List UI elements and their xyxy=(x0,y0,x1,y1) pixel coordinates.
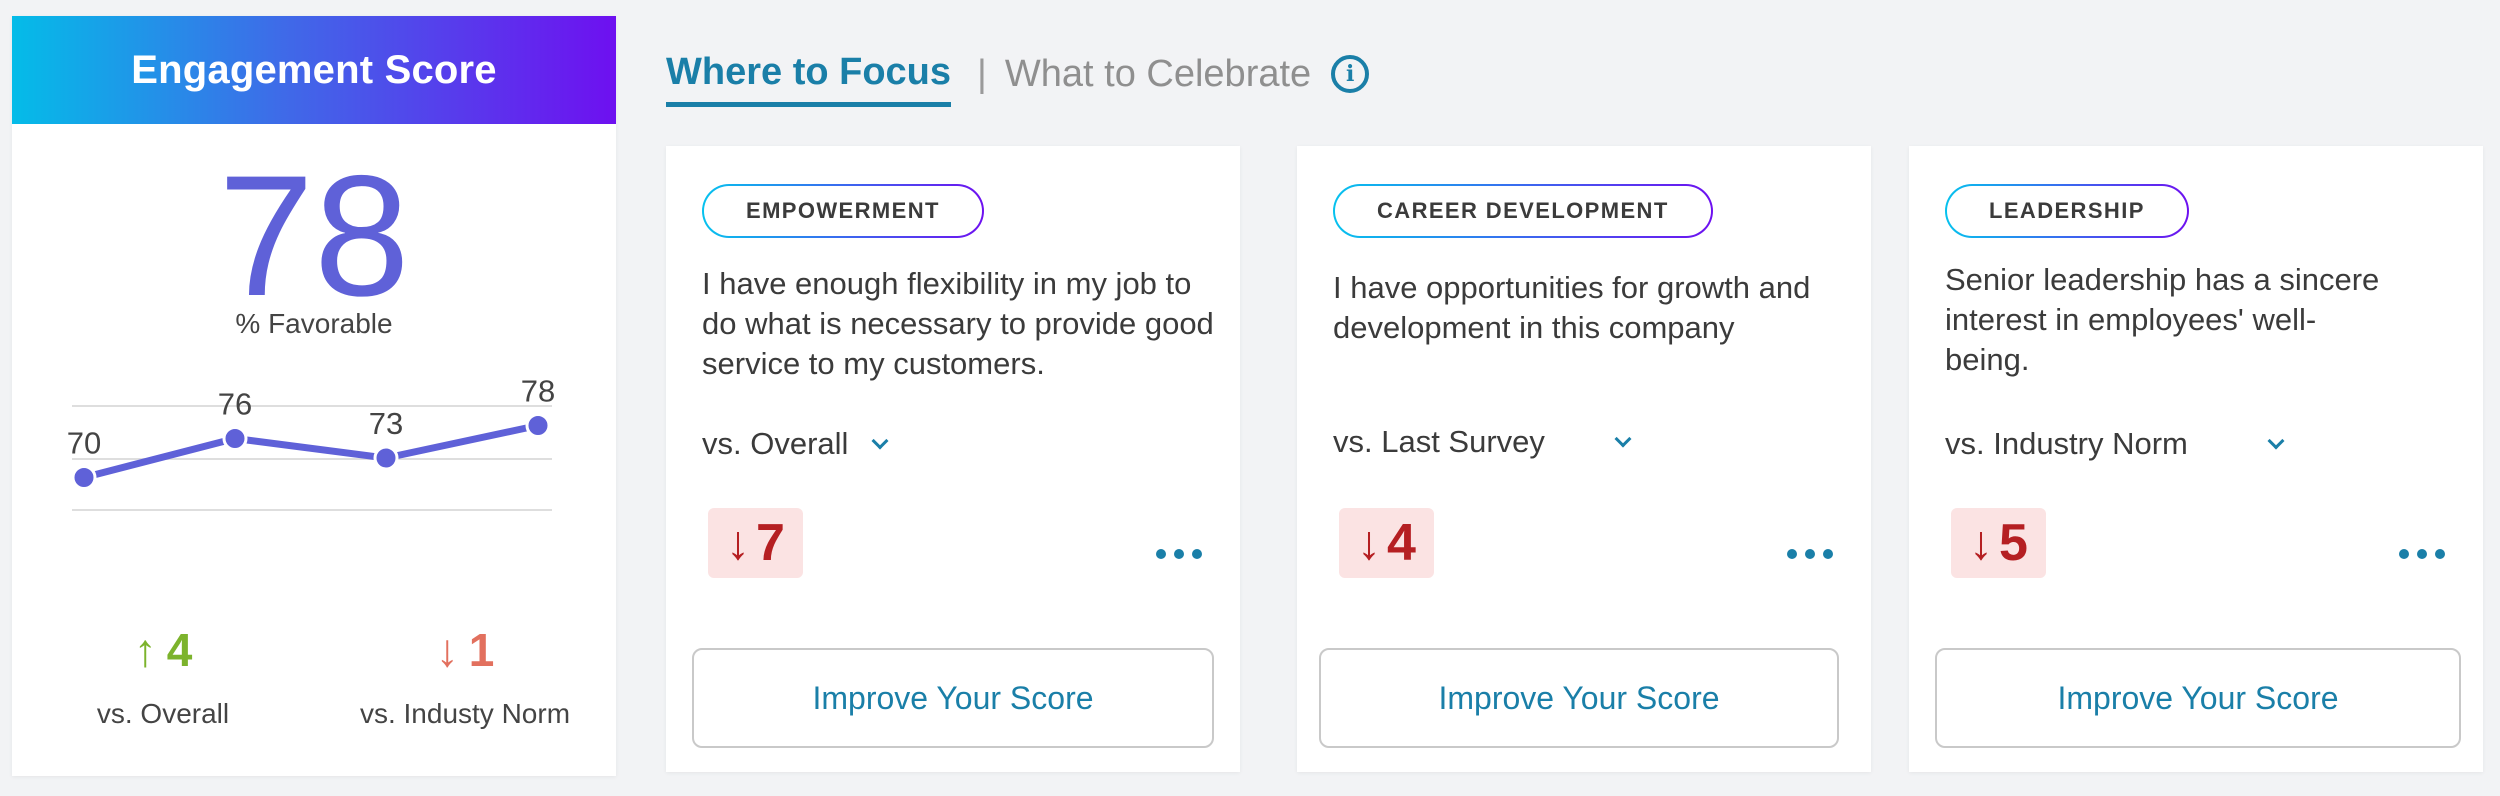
improve-score-button[interactable]: Improve Your Score xyxy=(692,648,1214,748)
change-badge: ↓ 7 xyxy=(708,508,803,578)
category-pill: CAREER DEVELOPMENT xyxy=(1333,184,1713,238)
change-value: 5 xyxy=(1999,514,2028,572)
focus-card-leadership: LEADERSHIP Senior leadership has a since… xyxy=(1909,146,2483,772)
tab-what-to-celebrate[interactable]: What to Celebrate xyxy=(1005,53,1311,96)
focus-card-empowerment: EMPOWERMENT I have enough flexibility in… xyxy=(666,146,1240,772)
arrow-down-icon: ↓ xyxy=(726,516,750,570)
arrow-down-icon: ↓ xyxy=(1357,516,1381,570)
category-pill: EMPOWERMENT xyxy=(702,184,984,238)
more-options-icon[interactable] xyxy=(2399,547,2445,561)
change-badge: ↓ 4 xyxy=(1339,508,1434,578)
vs-industry-value: ↓ 1 xyxy=(314,620,616,680)
improve-score-button[interactable]: Improve Your Score xyxy=(1319,648,1839,748)
category-label: LEADERSHIP xyxy=(1947,186,2187,236)
improve-score-button[interactable]: Improve Your Score xyxy=(1935,648,2461,748)
change-value: 4 xyxy=(1387,514,1416,572)
category-label: CAREER DEVELOPMENT xyxy=(1335,186,1711,236)
trend-point-label: 78 xyxy=(521,374,555,409)
question-text: I have enough flexibility in my job to d… xyxy=(702,266,1214,381)
tab-separator: | xyxy=(977,52,987,95)
comparison-label: vs. Overall xyxy=(702,426,849,461)
trend-point xyxy=(525,413,551,438)
more-options-icon[interactable] xyxy=(1156,547,1202,561)
comparison-label: vs. Industry Norm xyxy=(1945,426,2188,461)
change-value: 7 xyxy=(756,514,785,572)
trend-point xyxy=(71,465,97,490)
arrow-down-icon: ↓ xyxy=(1969,516,1993,570)
tab-where-to-focus[interactable]: Where to Focus xyxy=(666,51,952,107)
comparison-dropdown[interactable]: vs. Overall xyxy=(702,426,889,462)
vs-industry-label: vs. Industy Norm xyxy=(359,698,571,729)
trend-line xyxy=(80,422,542,481)
category-label: EMPOWERMENT xyxy=(704,186,982,236)
vs-overall-block: ↑ 4 vs. Overall xyxy=(12,620,314,730)
question-text: I have opportunities for growth and deve… xyxy=(1333,270,1811,345)
question-text: Senior leadership has a sincere interest… xyxy=(1945,262,2380,377)
change-badge: ↓ 5 xyxy=(1951,508,2046,578)
chevron-down-icon xyxy=(2267,432,2285,450)
vs-overall-value: ↑ 4 xyxy=(12,620,314,680)
info-icon[interactable]: i xyxy=(1331,55,1370,93)
vs-industry-block: ↓ 1 vs. Industy Norm xyxy=(314,620,616,730)
trend-point xyxy=(222,426,248,451)
chevron-down-icon xyxy=(871,432,889,450)
comparison-label: vs. Last Survey xyxy=(1333,424,1545,459)
chevron-down-icon xyxy=(1614,430,1632,448)
category-pill: LEADERSHIP xyxy=(1945,184,2189,238)
trend-point-label: 73 xyxy=(369,406,403,441)
trend-point-label: 76 xyxy=(218,387,252,422)
comparison-dropdown[interactable]: vs. Industry Norm xyxy=(1945,426,2285,462)
vs-overall-number: 4 xyxy=(166,624,193,676)
comparison-dropdown[interactable]: vs. Last Survey xyxy=(1333,424,1632,460)
engagement-score-panel: Engagement Score 78 % Favorable 70 76 73 78… xyxy=(12,16,616,776)
trend-point-label: 70 xyxy=(67,426,101,461)
arrow-down-icon: ↓ xyxy=(435,624,459,676)
vs-industry-number: 1 xyxy=(468,624,495,676)
vs-overall-label: vs. Overall xyxy=(96,698,230,729)
focus-card-career-development: CAREER DEVELOPMENT I have opportunities … xyxy=(1297,146,1871,772)
focus-tabs: Where to Focus | What to Celebrate i xyxy=(666,44,1370,107)
trend-point xyxy=(373,445,399,471)
more-options-icon[interactable] xyxy=(1787,547,1833,561)
arrow-up-icon: ↑ xyxy=(133,624,157,676)
